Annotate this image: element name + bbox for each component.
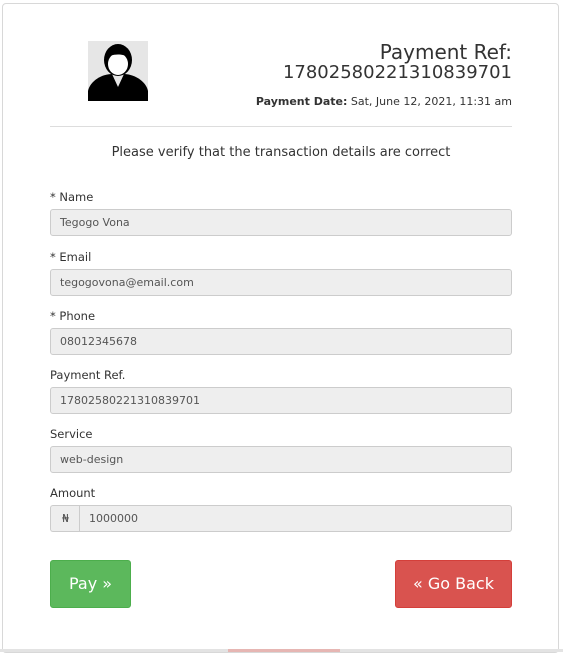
payment-ref-number: 17802580221310839701 (282, 62, 512, 83)
payment-date-label: Payment Date: (255, 95, 348, 108)
payment-ref-label: Payment Ref. (50, 368, 126, 382)
payment-date: Payment Date: Sat, June 12, 2021, 11:31 … (256, 95, 512, 109)
amount-label: Amount (50, 486, 96, 500)
name-field[interactable]: Tegogo Vona (50, 209, 512, 236)
service-field[interactable]: web-design (50, 446, 512, 473)
phone-field[interactable]: 08012345678 (50, 328, 512, 355)
payment-date-value: Sat, June 12, 2021, 11:31 am (347, 95, 512, 108)
phone-label: * Phone (50, 309, 96, 323)
verify-message: Please verify that the transaction detai… (111, 145, 451, 160)
name-label: * Name (50, 190, 94, 204)
payment-ref-field[interactable]: 17802580221310839701 (50, 387, 512, 414)
payment-ref-title: Payment Ref: (379, 40, 512, 64)
email-field[interactable]: tegogovona@email.com (50, 269, 512, 296)
amount-field[interactable]: 1000000 (79, 505, 512, 532)
pay-button[interactable]: Pay » (50, 560, 131, 608)
currency-addon: ₦ (50, 505, 80, 532)
user-avatar-icon (88, 41, 148, 101)
service-label: Service (50, 427, 93, 441)
go-back-button[interactable]: « Go Back (395, 560, 512, 608)
email-label: * Email (50, 250, 92, 264)
header-divider (50, 126, 512, 127)
